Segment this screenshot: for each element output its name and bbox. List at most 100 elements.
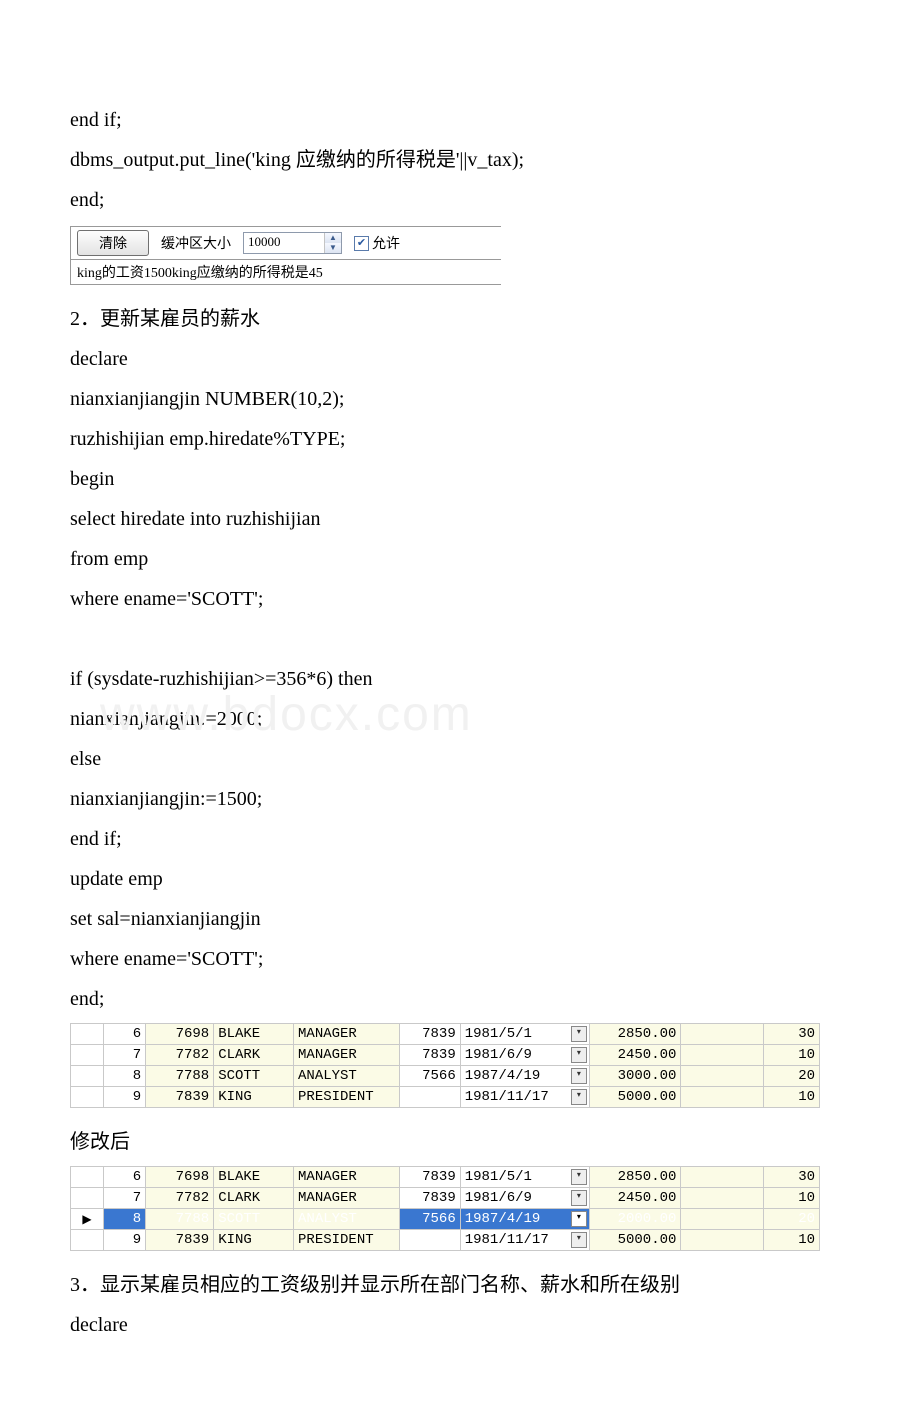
code-line: end if; [70,819,850,859]
table-cell: 10 [763,1087,819,1108]
dropdown-icon[interactable]: ▾ [571,1232,587,1248]
table-cell: 20 [763,1066,819,1087]
table-cell: PRESIDENT [294,1230,400,1251]
allow-label: 允许 [372,233,400,253]
table-cell [399,1230,460,1251]
dropdown-icon[interactable]: ▾ [571,1190,587,1206]
table-cell [681,1024,763,1045]
table-cell: MANAGER [294,1167,400,1188]
table-cell-date[interactable]: 1981/11/17▾ [460,1087,589,1108]
table-cell: 7782 [146,1045,214,1066]
output-panel: 清除 缓冲区大小 ▲ ▼ ✔ 允许 king的工资1500king应缴纳的所得税… [70,226,501,285]
table-cell: 7839 [399,1045,460,1066]
code-line: nianxianjiangjin NUMBER(10,2); [70,379,850,419]
table-cell: KING [214,1087,294,1108]
table-cell: CLARK [214,1045,294,1066]
table-cell: 7 [103,1188,145,1209]
table-cell-date[interactable]: 1981/6/9▾ [460,1188,589,1209]
table-cell: 7698 [146,1167,214,1188]
table-cell-date[interactable]: 1987/4/19▾ [460,1066,589,1087]
clear-button[interactable]: 清除 [77,230,149,256]
code-line [70,619,850,659]
section-2-heading: 2．更新某雇员的薪水 [70,299,850,339]
code-line: where ename='SCOTT'; [70,939,850,979]
table-cell [71,1230,104,1251]
spinner-arrows[interactable]: ▲ ▼ [324,233,341,253]
buffer-size-input[interactable] [244,233,324,251]
table-cell [71,1087,104,1108]
table-cell: MANAGER [294,1045,400,1066]
table-cell [71,1045,104,1066]
table-row[interactable]: 97839KINGPRESIDENT1981/11/17▾5000.0010 [71,1230,820,1251]
code-line: begin [70,459,850,499]
code-line: dbms_output.put_line('king 应缴纳的所得税是'||v_… [70,140,850,180]
dropdown-icon[interactable]: ▾ [571,1047,587,1063]
table-cell-date[interactable]: 1987/4/19▾ [460,1209,589,1230]
buffer-size-spinner[interactable]: ▲ ▼ [243,232,342,254]
table-cell: ANALYST [294,1209,400,1230]
output-panel-body: king的工资1500king应缴纳的所得税是45 [71,259,501,284]
table-cell [71,1167,104,1188]
dropdown-icon[interactable]: ▾ [571,1169,587,1185]
checkbox-checked-icon[interactable]: ✔ [354,236,369,251]
table-cell: 7839 [399,1167,460,1188]
code-line: ruzhishijian emp.hiredate%TYPE; [70,419,850,459]
code-line: end; [70,979,850,1019]
table-cell: 9 [103,1087,145,1108]
table-row[interactable]: 97839KINGPRESIDENT1981/11/17▾5000.0010 [71,1087,820,1108]
table-cell: 30 [763,1024,819,1045]
table-cell: 2850.00 [589,1024,681,1045]
table-cell: 7 [103,1045,145,1066]
code-line: update emp [70,859,850,899]
table-row[interactable]: ▶87788SCOTTANALYST75661987/4/19▾2000.002… [71,1209,820,1230]
emp-table-before: 67698BLAKEMANAGER78391981/5/1▾2850.00307… [70,1023,820,1108]
table-cell: 10 [763,1230,819,1251]
code-line: select hiredate into ruzhishijian [70,499,850,539]
table-cell: 7839 [146,1087,214,1108]
code-line: nianxianjiangjin:=1500; [70,779,850,819]
table-cell: 7839 [399,1024,460,1045]
spinner-up-icon[interactable]: ▲ [325,233,341,243]
table-cell [71,1024,104,1045]
code-line: nianxianjiangjin:=2000; [70,699,850,739]
table-row[interactable]: 77782CLARKMANAGER78391981/6/9▾2450.0010 [71,1188,820,1209]
code-line: else [70,739,850,779]
table-cell: 10 [763,1045,819,1066]
table-cell [681,1045,763,1066]
table-cell: 2450.00 [589,1045,681,1066]
dropdown-icon[interactable]: ▾ [571,1211,587,1227]
table-cell-date[interactable]: 1981/5/1▾ [460,1024,589,1045]
output-line: king的工资1500king应缴纳的所得税是45 [71,260,501,284]
table-cell: 7839 [399,1188,460,1209]
table-cell [71,1188,104,1209]
table-cell: KING [214,1230,294,1251]
emp-table-after: 67698BLAKEMANAGER78391981/5/1▾2850.00307… [70,1166,820,1251]
table-row[interactable]: 67698BLAKEMANAGER78391981/5/1▾2850.0030 [71,1024,820,1045]
dropdown-icon[interactable]: ▾ [571,1068,587,1084]
table-cell: 5000.00 [589,1230,681,1251]
code-line: from emp [70,539,850,579]
after-edit-label: 修改后 [70,1122,850,1162]
table-cell: 2850.00 [589,1167,681,1188]
table-cell-date[interactable]: 1981/6/9▾ [460,1045,589,1066]
table-row[interactable]: 77782CLARKMANAGER78391981/6/9▾2450.00 10 [71,1045,820,1066]
table-cell: 7782 [146,1188,214,1209]
dropdown-icon[interactable]: ▾ [571,1089,587,1105]
table-cell: MANAGER [294,1188,400,1209]
code-line: end if; [70,100,850,140]
table-cell [399,1087,460,1108]
allow-checkbox[interactable]: ✔ 允许 [354,233,400,253]
table-cell-date[interactable]: 1981/5/1▾ [460,1167,589,1188]
table-cell [681,1167,763,1188]
table-row[interactable]: 67698BLAKEMANAGER78391981/5/1▾2850.0030 [71,1167,820,1188]
table-row[interactable]: 87788SCOTTANALYST75661987/4/19▾3000.0020 [71,1066,820,1087]
table-cell: BLAKE [214,1024,294,1045]
table-cell [681,1230,763,1251]
dropdown-icon[interactable]: ▾ [571,1026,587,1042]
spinner-down-icon[interactable]: ▼ [325,243,341,253]
table-cell: 7788 [146,1209,214,1230]
table-cell [681,1209,763,1230]
table-cell: SCOTT [214,1209,294,1230]
table-cell: 6 [103,1024,145,1045]
table-cell-date[interactable]: 1981/11/17▾ [460,1230,589,1251]
